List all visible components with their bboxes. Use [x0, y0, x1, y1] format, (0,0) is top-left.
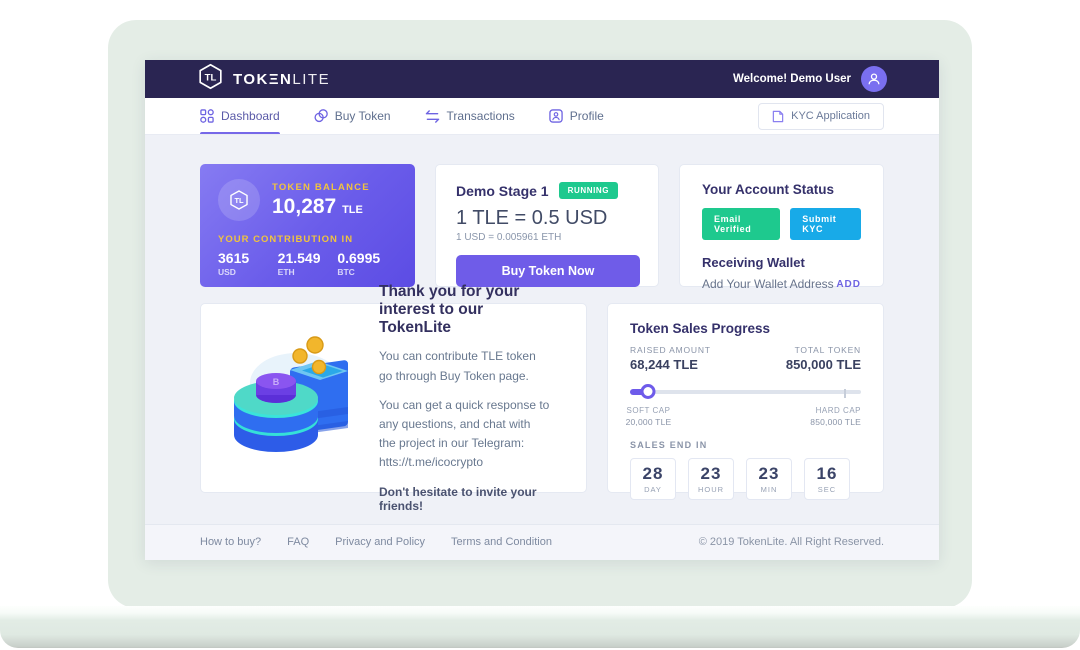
contribution-usd: 3615 USD — [218, 250, 278, 277]
svg-text:TL: TL — [205, 72, 217, 83]
token-hex-icon: TL — [218, 179, 260, 221]
countdown-sec: 16 SEC — [804, 458, 850, 500]
submit-kyc-badge[interactable]: Submit KYC — [790, 208, 861, 240]
slider-track — [630, 390, 861, 394]
app-window: TL TOKΞNLITE Welcome! Demo User — [145, 60, 939, 560]
nav-item-transactions[interactable]: Transactions — [425, 98, 515, 134]
account-status-card: Your Account Status Email Verified Submi… — [679, 164, 884, 287]
nav-item-dashboard[interactable]: Dashboard — [200, 98, 280, 134]
laptop-base — [0, 606, 1080, 648]
user-area: Welcome! Demo User — [733, 66, 887, 92]
detail-row: B Thank you for your interest to our Tok… — [200, 303, 884, 493]
nav-item-buy-token[interactable]: Buy Token — [314, 98, 391, 134]
welcome-text: Welcome! Demo User — [733, 73, 851, 85]
nav-items: Dashboard Buy Token Transactions — [200, 98, 604, 134]
sales-end-label: SALES END IN — [630, 440, 861, 450]
footer-link-terms[interactable]: Terms and Condition — [451, 536, 552, 548]
kyc-document-icon — [772, 110, 784, 123]
brand-name: TOKΞNLITE — [233, 71, 330, 88]
nav-label: Dashboard — [221, 109, 280, 123]
contribution-row: 3615 USD 21.549 ETH 0.6995 BTC — [218, 250, 397, 277]
thank-you-paragraph-2: You can get a quick response to any ques… — [379, 396, 550, 473]
kyc-button-label: KYC Application — [791, 110, 870, 122]
account-status-title: Your Account Status — [702, 182, 861, 197]
countdown-day: 28 DAY — [630, 458, 676, 500]
contribution-eth: 21.549 ETH — [278, 250, 338, 277]
footer-link-faq[interactable]: FAQ — [287, 536, 309, 548]
nav-item-profile[interactable]: Profile — [549, 98, 604, 134]
balance-label: TOKEN BALANCE — [272, 182, 370, 193]
footer-links: How to buy? FAQ Privacy and Policy Terms… — [200, 536, 552, 548]
sales-progress-slider — [630, 384, 861, 400]
svg-text:B: B — [273, 377, 280, 387]
person-icon — [867, 72, 881, 86]
token-sales-progress-card: Token Sales Progress RAISED AMOUNT 68,24… — [607, 303, 884, 493]
token-sub-rate: 1 USD = 0.005961 ETH — [456, 232, 638, 243]
balance-amount: 10,287 TLE — [272, 195, 370, 219]
coins-icon — [314, 109, 328, 123]
total-token-block: TOTAL TOKEN 850,000 TLE — [786, 345, 861, 372]
token-rate: 1 TLE = 0.5 USD — [456, 207, 638, 230]
nav-bar: Dashboard Buy Token Transactions — [145, 98, 939, 135]
coin-stack-illustration: B — [209, 323, 377, 473]
footer-link-how-to-buy[interactable]: How to buy? — [200, 536, 261, 548]
user-avatar[interactable] — [861, 66, 887, 92]
footer-link-privacy[interactable]: Privacy and Policy — [335, 536, 425, 548]
top-header-bar: TL TOKΞNLITE Welcome! Demo User — [145, 60, 939, 98]
swap-arrows-icon — [425, 110, 440, 123]
brand-logo[interactable]: TL TOKΞNLITE — [197, 63, 330, 95]
progress-handle[interactable] — [641, 384, 656, 399]
contribution-label: YOUR CONTRIBUTION IN — [218, 234, 397, 245]
stage-title: Demo Stage 1 — [456, 183, 549, 199]
token-stage-card: Demo Stage 1 RUNNING 1 TLE = 0.5 USD 1 U… — [435, 164, 659, 287]
wallet-address-hint: Add Your Wallet Address — [702, 277, 834, 291]
laptop-mockup: TL TOKΞNLITE Welcome! Demo User — [0, 0, 1080, 650]
thank-you-paragraph-1: You can contribute TLE token go through … — [379, 347, 550, 385]
tokenlite-hex-logo-icon: TL — [197, 63, 224, 95]
nav-label: Transactions — [447, 109, 515, 123]
softcap-block: SOFT CAP 20,000 TLE — [626, 406, 672, 427]
main-content: TL TOKEN BALANCE 10,287 TLE YOUR CONTRIB… — [145, 135, 939, 524]
thank-you-title: Thank you for your interest to our Token… — [379, 283, 550, 337]
thank-you-paragraph-3: Don't hesitate to invite your friends! — [379, 485, 550, 513]
hardcap-block: HARD CAP 850,000 TLE — [810, 406, 861, 427]
hardcap-tick — [844, 389, 846, 398]
receiving-wallet-title: Receiving Wallet — [702, 255, 861, 270]
email-verified-badge[interactable]: Email Verified — [702, 208, 780, 240]
stage-status-badge: RUNNING — [559, 182, 619, 199]
nav-label: Profile — [570, 109, 604, 123]
progress-title: Token Sales Progress — [630, 321, 861, 336]
add-wallet-link[interactable]: ADD — [836, 279, 861, 290]
kyc-application-button[interactable]: KYC Application — [758, 103, 884, 130]
copyright-text: © 2019 TokenLite. All Right Reserved. — [699, 536, 884, 548]
profile-badge-icon — [549, 109, 563, 123]
countdown-min: 23 MIN — [746, 458, 792, 500]
summary-row: TL TOKEN BALANCE 10,287 TLE YOUR CONTRIB… — [200, 164, 884, 287]
dashboard-grid-icon — [200, 109, 214, 123]
countdown-row: 28 DAY 23 HOUR 23 MIN 16 — [630, 458, 861, 500]
svg-text:TL: TL — [234, 196, 244, 205]
thank-you-card: B Thank you for your interest to our Tok… — [200, 303, 587, 493]
raised-amount-block: RAISED AMOUNT 68,244 TLE — [630, 345, 711, 372]
app-footer: How to buy? FAQ Privacy and Policy Terms… — [145, 524, 939, 560]
cap-labels: SOFT CAP 20,000 TLE HARD CAP 850,000 TLE — [630, 402, 861, 428]
countdown-hour: 23 HOUR — [688, 458, 734, 500]
nav-label: Buy Token — [335, 109, 391, 123]
token-balance-card: TL TOKEN BALANCE 10,287 TLE YOUR CONTRIB… — [200, 164, 415, 287]
